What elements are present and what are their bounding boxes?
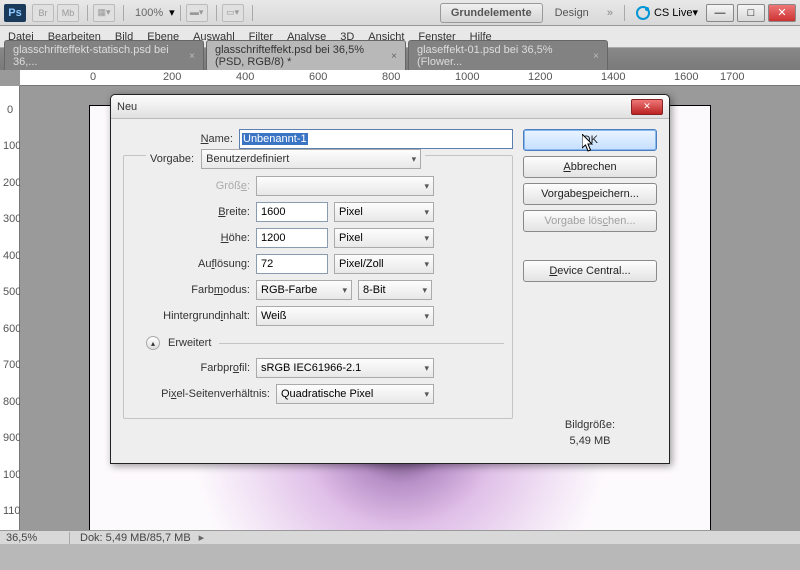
ruler-horizontal: 020040060080010001200140016001700 <box>20 70 800 86</box>
height-input[interactable] <box>256 228 328 248</box>
bg-select[interactable]: Weiß <box>256 306 434 326</box>
colormode-label: Farbmodus: <box>132 284 250 296</box>
preset-select[interactable]: Benutzerdefiniert <box>201 149 421 169</box>
viewmode-button[interactable]: ▦▾ <box>93 4 115 22</box>
arrange-button[interactable]: ▬▾ <box>186 4 208 22</box>
new-document-dialog: Neu ✕ Name: Unbenannt-1 Vorgabe: Benutze… <box>110 94 670 464</box>
width-label: Breite: <box>132 206 250 218</box>
name-label: Name: <box>123 133 233 145</box>
ruler-vertical: 010020030040050060070080090010001100 <box>0 86 20 530</box>
minimize-button[interactable]: — <box>706 4 734 22</box>
pixelaspect-select[interactable]: Quadratische Pixel <box>276 384 434 404</box>
bridge-button[interactable]: Br <box>32 4 54 22</box>
device-central-button[interactable]: Device Central... <box>523 260 657 282</box>
workspace-more-icon[interactable]: » <box>607 7 613 19</box>
colorprofile-select[interactable]: sRGB IEC61966-2.1 <box>256 358 434 378</box>
maximize-button[interactable]: □ <box>737 4 765 22</box>
zoom-display[interactable]: 100% <box>135 7 163 19</box>
screenmode-button[interactable]: ▭▾ <box>222 4 244 22</box>
advanced-label: Erweitert <box>168 337 211 349</box>
minibridge-button[interactable]: Mb <box>57 4 79 22</box>
delete-preset-button: Vorgabe löschen... <box>523 210 657 232</box>
name-input[interactable]: Unbenannt-1 <box>239 129 513 149</box>
height-label: Höhe: <box>132 232 250 244</box>
workspace-secondary-button[interactable]: Design <box>545 4 599 22</box>
document-tab[interactable]: glasschrifteffekt-statisch.psd bei 36,..… <box>4 40 204 71</box>
collapse-icon[interactable]: ▴ <box>146 336 160 350</box>
close-button[interactable]: ✕ <box>768 4 796 22</box>
save-preset-button[interactable]: Vorgabe speichern... <box>523 183 657 205</box>
width-unit-select[interactable]: Pixel <box>334 202 434 222</box>
cancel-button[interactable]: Abbrechen <box>523 156 657 178</box>
size-label: Größe: <box>132 180 250 192</box>
document-tab-active[interactable]: glasschrifteffekt.psd bei 36,5% (PSD, RG… <box>206 40 406 71</box>
height-unit-select[interactable]: Pixel <box>334 228 434 248</box>
status-doc-size[interactable]: Dok: 5,49 MB/85,7 MB <box>70 532 191 544</box>
size-select <box>256 176 434 196</box>
status-bar: 36,5% Dok: 5,49 MB/85,7 MB ▸ <box>0 530 800 544</box>
title-bar: Ps Br Mb ▦▾ 100%▾ ▬▾ ▭▾ Grundelemente De… <box>0 0 800 26</box>
resolution-label: Auflösung: <box>132 258 250 270</box>
cslive-button[interactable]: CS Live ▾ <box>636 6 698 20</box>
width-input[interactable] <box>256 202 328 222</box>
chevron-right-icon[interactable]: ▸ <box>199 531 205 544</box>
bitdepth-select[interactable]: 8-Bit <box>358 280 432 300</box>
colorprofile-label: Farbprofil: <box>132 362 250 374</box>
resolution-input[interactable] <box>256 254 328 274</box>
preset-label: Vorgabe: <box>150 153 194 165</box>
close-icon[interactable]: × <box>189 51 195 62</box>
imagesize-value: 5,49 MB <box>523 433 657 449</box>
imagesize-label: Bildgröße: <box>523 417 657 433</box>
close-icon[interactable]: × <box>593 51 599 62</box>
ok-button[interactable]: OK <box>523 129 657 151</box>
document-tabs: glasschrifteffekt-statisch.psd bei 36,..… <box>0 48 800 70</box>
status-zoom[interactable]: 36,5% <box>0 532 70 544</box>
close-icon[interactable]: × <box>391 51 397 62</box>
document-tab[interactable]: glaseffekt-01.psd bei 36,5% (Flower...× <box>408 40 608 71</box>
app-logo-icon: Ps <box>4 4 26 22</box>
colormode-select[interactable]: RGB-Farbe <box>256 280 352 300</box>
cslive-icon <box>636 6 650 20</box>
pixelaspect-label: Pixel-Seitenverhältnis: <box>132 388 270 400</box>
workspace-primary-button[interactable]: Grundelemente <box>440 3 543 23</box>
dialog-close-button[interactable]: ✕ <box>631 99 663 115</box>
dialog-titlebar[interactable]: Neu ✕ <box>111 95 669 119</box>
bg-label: Hintergrundinhalt: <box>132 310 250 322</box>
dialog-title: Neu <box>117 101 631 113</box>
resolution-unit-select[interactable]: Pixel/Zoll <box>334 254 434 274</box>
